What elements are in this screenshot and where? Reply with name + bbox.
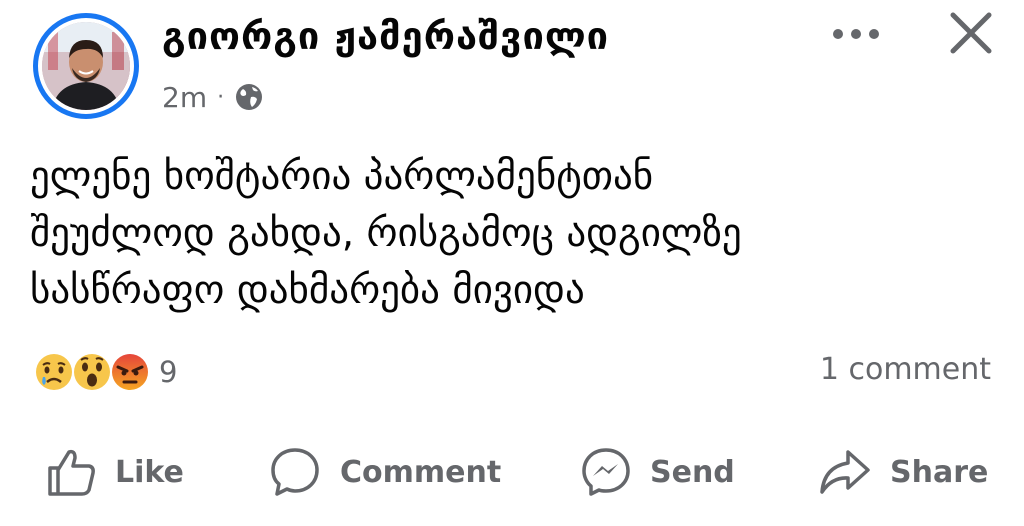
share-label: Share <box>890 454 989 490</box>
share-button[interactable]: Share <box>818 440 988 504</box>
person-icon <box>42 22 130 110</box>
more-options-icon <box>833 29 879 39</box>
comment-label: Comment <box>340 454 502 490</box>
close-icon <box>950 12 992 54</box>
globe-icon[interactable] <box>234 82 264 112</box>
comment-count-link[interactable]: 1 comment <box>820 352 991 387</box>
send-button[interactable]: Send <box>580 440 735 504</box>
author-name[interactable]: გიორგი ჟამერაშვილი <box>162 14 609 58</box>
messenger-icon <box>582 448 630 496</box>
avatar-photo <box>42 22 130 110</box>
more-options-button[interactable] <box>826 14 886 54</box>
post-text: ელენე ხოშტარია პარლამენტთან შეუძლოდ გახდ… <box>30 154 742 313</box>
like-label: Like <box>115 454 184 490</box>
share-icon <box>820 450 870 494</box>
action-bar: Like Comment Send Share <box>0 440 1024 504</box>
comment-button[interactable]: Comment <box>268 440 501 504</box>
wow-reaction-icon <box>72 352 112 392</box>
angry-reaction-icon <box>110 352 150 392</box>
like-icon <box>48 449 95 496</box>
send-label: Send <box>650 454 735 490</box>
post-meta: 2m · <box>162 80 264 114</box>
reaction-count: 9 <box>159 355 178 389</box>
sad-reaction-icon <box>34 352 74 392</box>
reactions-summary[interactable]: 9 <box>33 350 177 394</box>
post-time[interactable]: 2m <box>162 81 207 114</box>
meta-separator: · <box>217 84 225 110</box>
close-button[interactable] <box>940 10 1002 56</box>
avatar[interactable] <box>33 13 139 119</box>
comment-icon <box>271 448 319 496</box>
like-button[interactable]: Like <box>45 440 184 504</box>
